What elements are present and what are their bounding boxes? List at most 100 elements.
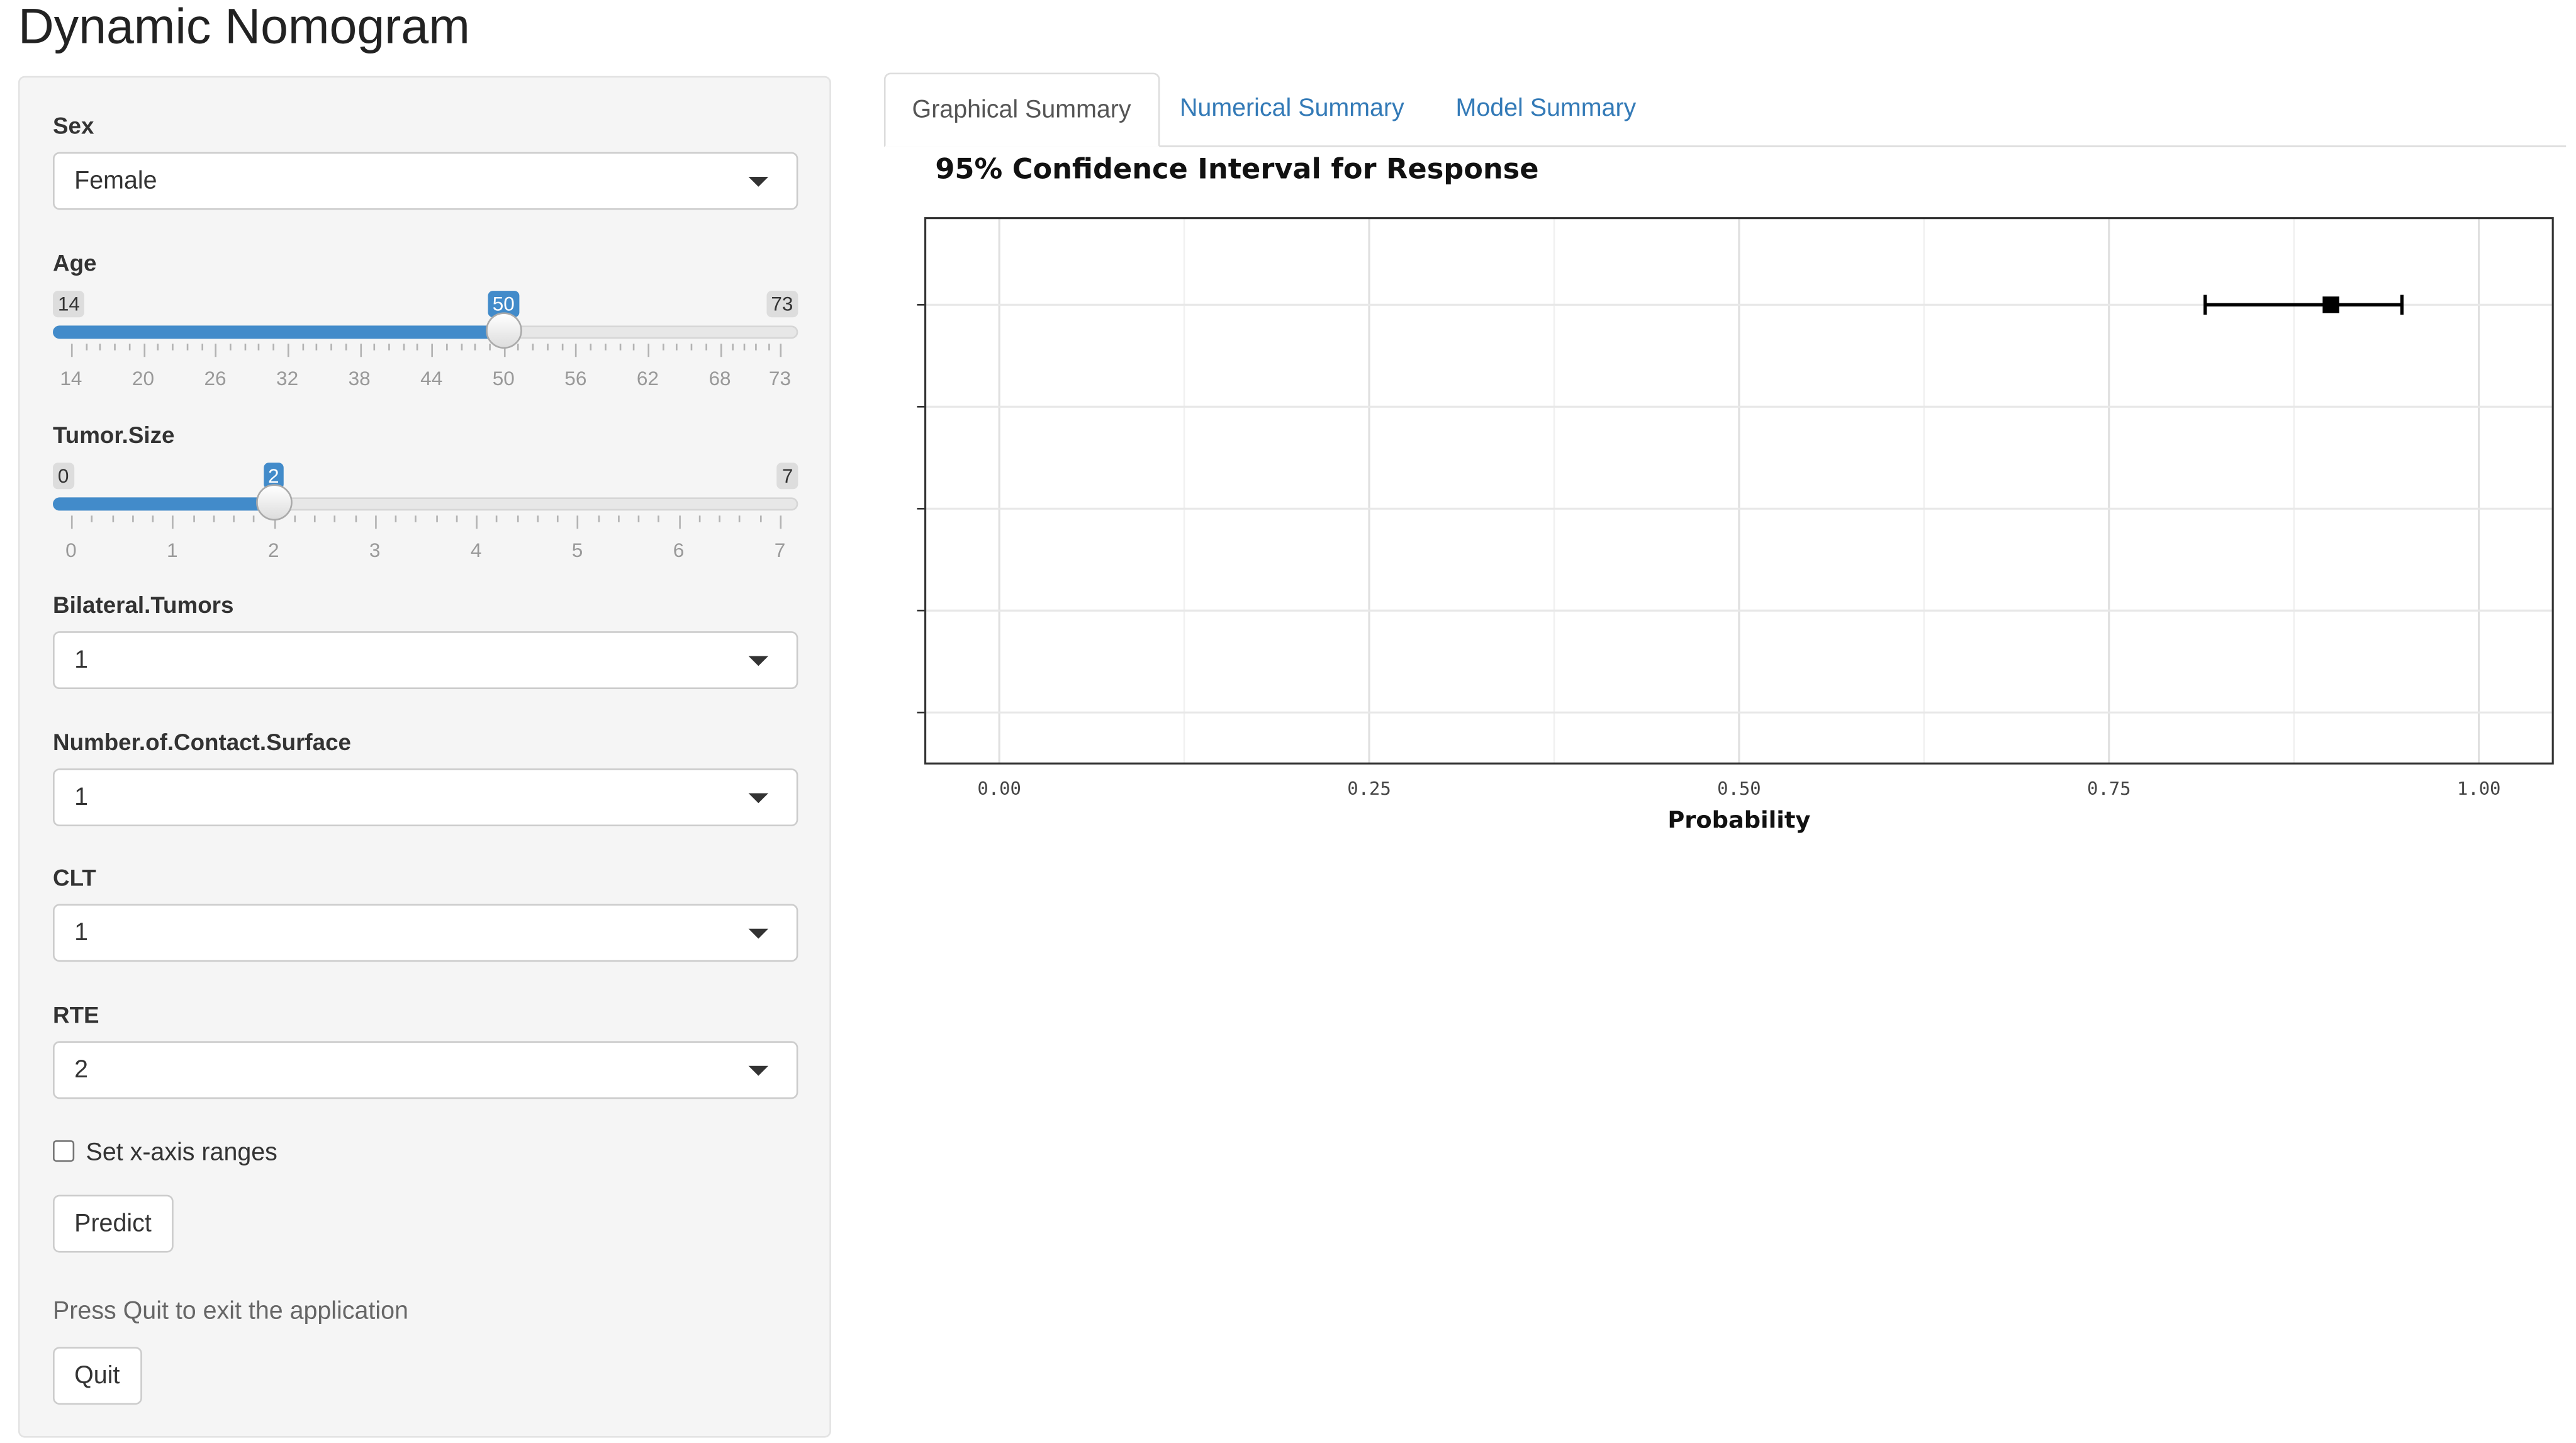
sex-label: Sex [53, 112, 94, 139]
tumor-size-slider-tick-label: 4 [470, 539, 482, 562]
tumor-size-slider-tick [780, 515, 782, 529]
age-slider-tick [719, 344, 722, 357]
age-slider-minor-tick [768, 344, 770, 351]
rte-value: 2 [74, 1056, 89, 1084]
age-slider-tick-label: 20 [132, 366, 155, 390]
tumor-size-slider-minor-tick [334, 515, 336, 522]
chevron-down-icon [748, 793, 769, 804]
age-slider-minor-tick [157, 344, 159, 351]
age-slider-max: 73 [766, 291, 798, 318]
age-slider-minor-tick [633, 344, 636, 351]
tumor-size-slider-minor-tick [638, 515, 640, 522]
tumor-size-slider-tick-label: 3 [369, 539, 381, 562]
age-slider-tick [70, 344, 73, 357]
clt-label: CLT [53, 864, 96, 891]
x-tick-label: 1.00 [2457, 778, 2501, 799]
age-slider-minor-tick [561, 344, 563, 351]
bilateral-tumors-select[interactable]: 1 [53, 631, 798, 690]
age-slider-handle[interactable] [485, 312, 522, 349]
tumor-size-slider-minor-tick [517, 515, 518, 522]
age-slider-minor-tick [258, 344, 260, 351]
age-slider-minor-tick [732, 344, 734, 351]
age-slider-minor-tick [691, 344, 693, 351]
tumor-size-slider-tick-label: 0 [65, 539, 77, 562]
tumor-size-slider-minor-tick [759, 515, 761, 522]
tumor-size-slider-ticks: 0 1 2 3 4 5 6 7 [53, 515, 798, 562]
chevron-down-icon [748, 656, 769, 666]
age-slider-minor-tick [590, 344, 592, 351]
age-slider-minor-tick [744, 344, 746, 351]
age-slider-minor-tick [374, 344, 376, 351]
age-slider-minor-tick [604, 344, 607, 351]
tumor-size-slider-minor-tick [233, 515, 235, 522]
x-tick-label: 0.00 [977, 778, 1021, 799]
tumor-size-slider-minor-tick [719, 515, 721, 522]
estimate-point [2322, 296, 2339, 313]
contact-surface-label: Number.of.Contact.Surface [53, 729, 351, 756]
tab-numerical-summary[interactable]: Numerical Summary [1153, 73, 1431, 146]
age-slider-tick [359, 344, 361, 357]
tumor-size-slider-fill [53, 497, 274, 511]
tab-model-summary[interactable]: Model Summary [1429, 73, 1662, 146]
age-slider-tick [143, 344, 145, 357]
tumor-size-slider-tick [70, 515, 73, 529]
age-slider-tick-label: 26 [204, 366, 227, 390]
tumor-size-slider-handle[interactable] [255, 484, 292, 521]
sidebar-panel: Sex Female Age 14 73 50 14 20 26 32 38 44 50 56… [18, 76, 831, 1438]
xrange-checkbox[interactable] [53, 1140, 75, 1162]
age-slider-fill [53, 325, 504, 339]
tumor-size-slider-tick-label: 2 [267, 539, 279, 562]
x-axis-title: Probability [1667, 807, 1810, 834]
tumor-size-slider[interactable]: 0 7 2 0 1 2 3 4 5 6 7 [53, 463, 798, 562]
tumor-size-slider-tick [476, 515, 478, 529]
tab-graphical-summary[interactable]: Graphical Summary [883, 72, 1160, 147]
quit-button[interactable]: Quit [53, 1347, 142, 1405]
tumor-size-slider-minor-tick [253, 515, 255, 522]
xrange-checkbox-row[interactable]: Set x-axis ranges [53, 1138, 277, 1167]
app: Dynamic Nomogram Sex Female Age 14 73 50… [0, 0, 2576, 1442]
age-slider-tick-label: 50 [492, 366, 515, 390]
tumor-size-slider-minor-tick [557, 515, 559, 522]
tumor-size-slider-tick [678, 515, 681, 529]
age-slider-tick-label: 73 [768, 366, 792, 390]
age-slider-tick [780, 344, 782, 357]
rte-select[interactable]: 2 [53, 1041, 798, 1099]
tumor-size-slider-min: 0 [53, 463, 74, 490]
chevron-down-icon [748, 176, 769, 187]
age-slider[interactable]: 14 73 50 14 20 26 32 38 44 50 56 62 68 73 [53, 291, 798, 390]
tumor-size-slider-tick [374, 515, 377, 529]
x-tick-label: 0.50 [1717, 778, 1761, 799]
age-slider-minor-tick [445, 344, 448, 351]
age-slider-tick-label: 38 [348, 366, 371, 390]
tumor-size-slider-minor-tick [537, 515, 539, 522]
age-slider-minor-tick [460, 344, 462, 351]
age-slider-tick [575, 344, 578, 357]
age-label: Age [53, 249, 97, 276]
chevron-down-icon [748, 1065, 769, 1076]
age-slider-tick-label: 44 [420, 366, 443, 390]
tumor-size-slider-tick [172, 515, 174, 529]
age-slider-minor-tick [330, 344, 332, 351]
age-slider-tick [647, 344, 650, 357]
tumor-size-slider-minor-tick [698, 515, 701, 522]
tumor-size-slider-tick [577, 515, 580, 529]
bilateral-tumors-value: 1 [74, 646, 89, 675]
tumor-size-slider-max: 7 [777, 463, 798, 490]
tab-bar: Graphical Summary Numerical Summary Mode… [883, 72, 2567, 147]
tumor-size-label: Tumor.Size [53, 421, 175, 448]
age-slider-minor-tick [547, 344, 549, 351]
age-slider-minor-tick [201, 344, 203, 351]
x-tick-label: 0.75 [2087, 778, 2131, 799]
age-slider-minor-tick [172, 344, 174, 351]
tumor-size-slider-minor-tick [111, 515, 113, 522]
contact-surface-select[interactable]: 1 [53, 768, 798, 826]
predict-button[interactable]: Predict [53, 1194, 173, 1253]
sex-select[interactable]: Female [53, 152, 798, 210]
age-slider-tick-label: 68 [708, 366, 731, 390]
clt-select[interactable]: 1 [53, 904, 798, 962]
age-slider-minor-tick [114, 344, 116, 351]
tumor-size-slider-tick-label: 7 [774, 539, 786, 562]
age-slider-minor-tick [301, 344, 304, 351]
age-slider-minor-tick [474, 344, 477, 351]
tumor-size-slider-minor-tick [435, 515, 437, 522]
